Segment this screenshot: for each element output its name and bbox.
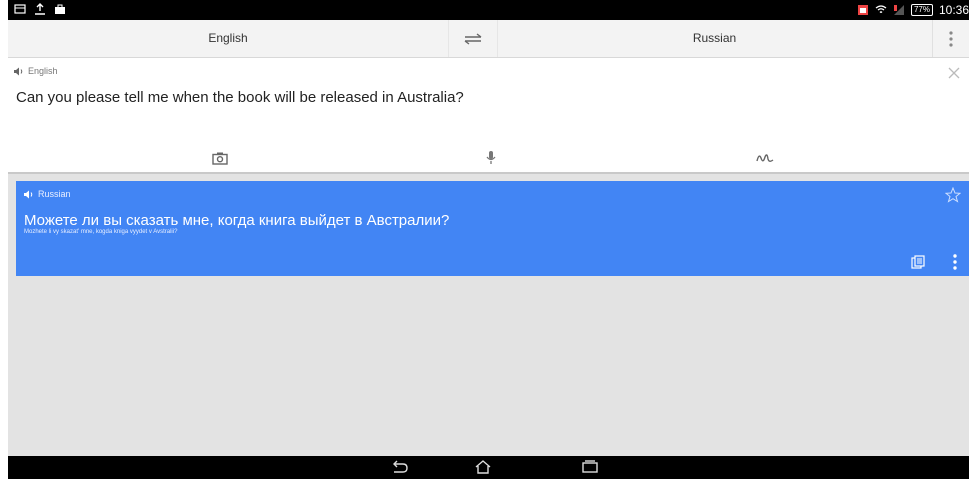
- copy-icon[interactable]: [911, 255, 925, 269]
- home-icon[interactable]: [474, 460, 492, 474]
- target-language-button[interactable]: Russian: [496, 20, 933, 57]
- battery-indicator: 77%: [910, 4, 933, 16]
- translation-card[interactable]: Russian Можете ли вы сказать мне, когда …: [16, 181, 969, 276]
- back-icon[interactable]: [391, 460, 409, 474]
- navigation-bar: [8, 456, 969, 479]
- signal-icon: [893, 5, 904, 15]
- status-right-icons: 77% 10:36: [857, 3, 969, 17]
- target-language-speak[interactable]: Russian: [24, 189, 71, 199]
- microphone-icon: [486, 151, 496, 164]
- bag-icon: [55, 4, 65, 14]
- target-language-tag: Russian: [38, 189, 71, 199]
- speaker-icon: [14, 67, 23, 75]
- camera-button[interactable]: [211, 150, 229, 166]
- microphone-button[interactable]: [482, 150, 500, 166]
- input-tools: [8, 144, 969, 174]
- top-menu-button[interactable]: [932, 20, 969, 57]
- close-icon[interactable]: [947, 66, 961, 80]
- wifi-icon: [875, 5, 887, 13]
- source-language-tag: English: [28, 66, 58, 76]
- swap-languages-button[interactable]: [448, 20, 498, 57]
- overflow-menu-icon: [949, 30, 953, 47]
- source-text-input[interactable]: Can you please tell me when the book wil…: [16, 89, 464, 106]
- speaker-icon: [24, 190, 33, 198]
- sim-icon: [857, 5, 868, 15]
- transliteration-text: Mozhete li vy skazat' mne, kogda kniga v…: [24, 229, 178, 235]
- handwriting-button[interactable]: [756, 150, 774, 166]
- target-language-label: Russian: [692, 31, 737, 45]
- translated-text: Можете ли вы сказать мне, когда книга вы…: [24, 212, 450, 229]
- upload-icon: [35, 3, 45, 15]
- app-frame: 77% 10:36 English Russian English Can yo…: [8, 0, 969, 479]
- camera-icon: [212, 152, 228, 165]
- overflow-menu-icon[interactable]: [949, 253, 961, 271]
- status-bar: 77% 10:36: [8, 0, 969, 20]
- language-bar: English Russian: [8, 20, 969, 58]
- source-language-speak[interactable]: English: [14, 66, 58, 76]
- screenshot-icon: [14, 4, 26, 14]
- handwriting-icon: [756, 154, 774, 162]
- source-language-button[interactable]: English: [8, 20, 448, 57]
- star-outline-icon[interactable]: [945, 187, 961, 203]
- clock: 10:36: [938, 3, 969, 17]
- swap-arrows-icon: [464, 32, 482, 45]
- recents-icon[interactable]: [581, 460, 599, 474]
- status-left-icons: [14, 3, 66, 15]
- source-language-label: English: [208, 31, 248, 45]
